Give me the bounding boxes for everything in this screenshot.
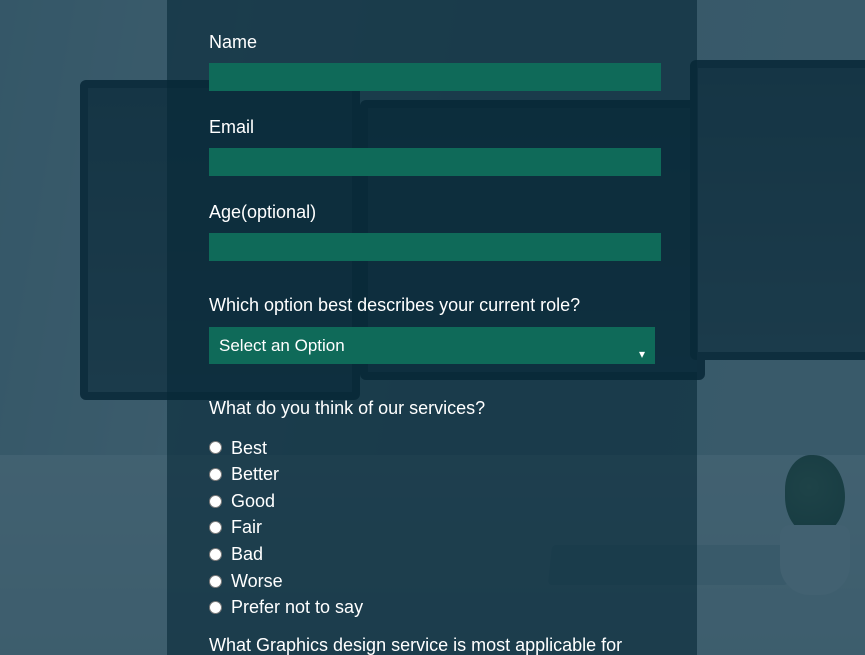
rating-label: Best	[231, 435, 267, 462]
age-input[interactable]	[209, 233, 661, 261]
rating-radio[interactable]	[209, 495, 222, 508]
rating-option[interactable]: Prefer not to say	[209, 594, 655, 621]
rating-option[interactable]: Fair	[209, 514, 655, 541]
rating-option[interactable]: Best	[209, 435, 655, 462]
rating-option[interactable]: Good	[209, 488, 655, 515]
rating-label: Fair	[231, 514, 262, 541]
name-input[interactable]	[209, 63, 661, 91]
role-question: Which option best describes your current…	[209, 293, 655, 317]
rating-radio[interactable]	[209, 521, 222, 534]
rating-option[interactable]: Worse	[209, 568, 655, 595]
rating-radio[interactable]	[209, 441, 222, 454]
rating-label: Good	[231, 488, 275, 515]
rating-radio[interactable]	[209, 575, 222, 588]
survey-form-panel: Name Email Age(optional) Which option be…	[167, 0, 697, 655]
email-label: Email	[209, 117, 655, 138]
rating-option[interactable]: Better	[209, 461, 655, 488]
rating-label: Prefer not to say	[231, 594, 363, 621]
age-label: Age(optional)	[209, 202, 655, 223]
services-question: What do you think of our services?	[209, 396, 655, 420]
email-input[interactable]	[209, 148, 661, 176]
rating-label: Worse	[231, 568, 283, 595]
rating-radio[interactable]	[209, 468, 222, 481]
rating-label: Better	[231, 461, 279, 488]
rating-option[interactable]: Bad	[209, 541, 655, 568]
rating-radio-group: Best Better Good Fair Bad Worse Prefer n…	[209, 435, 655, 621]
rating-label: Bad	[231, 541, 263, 568]
role-select[interactable]: Select an Option	[209, 327, 655, 364]
rating-radio[interactable]	[209, 601, 222, 614]
rating-radio[interactable]	[209, 548, 222, 561]
name-label: Name	[209, 32, 655, 53]
graphics-question: What Graphics design service is most app…	[209, 633, 639, 655]
